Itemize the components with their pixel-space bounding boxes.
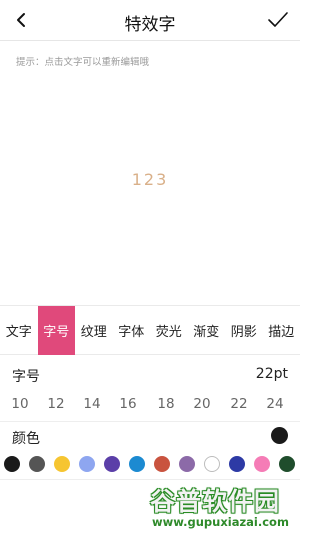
- color-swatch[interactable]: [79, 456, 95, 472]
- tab-font-size[interactable]: 字号: [37, 306, 75, 355]
- color-label: 颜色: [12, 431, 40, 447]
- color-swatch[interactable]: [29, 456, 45, 472]
- color-swatch[interactable]: [129, 456, 145, 472]
- color-swatch[interactable]: [54, 456, 70, 472]
- watermark-title: 谷普软件园: [150, 487, 281, 516]
- size-option[interactable]: 12: [38, 396, 74, 412]
- size-option[interactable]: 10: [2, 396, 38, 412]
- tab-text[interactable]: 文字: [0, 306, 38, 355]
- tab-font[interactable]: 字体: [113, 306, 151, 355]
- font-size-value: 22pt: [255, 366, 288, 382]
- divider: [0, 421, 300, 422]
- color-swatch[interactable]: [229, 456, 245, 472]
- tab-texture[interactable]: 纹理: [75, 306, 113, 355]
- watermark-url: www.gupuxiazai.com: [152, 515, 289, 529]
- color-swatch[interactable]: [4, 456, 20, 472]
- color-swatch[interactable]: [279, 456, 295, 472]
- color-swatch[interactable]: [204, 456, 220, 472]
- tab-stroke[interactable]: 描边: [263, 306, 301, 355]
- tab-shadow[interactable]: 阴影: [225, 306, 263, 355]
- top-bar: 特效字: [0, 0, 300, 41]
- font-size-options: 10 12 14 16 18 20 22 24: [0, 396, 300, 416]
- size-option[interactable]: 14: [74, 396, 110, 412]
- size-option[interactable]: 20: [184, 396, 220, 412]
- color-swatches: [0, 455, 300, 475]
- edit-hint: 提示：点击文字可以重新编辑哦: [16, 57, 150, 68]
- preview-text[interactable]: 123: [0, 170, 300, 189]
- color-row: 颜色: [12, 427, 288, 448]
- color-swatch[interactable]: [254, 456, 270, 472]
- effect-tabs: 文字 字号 纹理 字体 荧光 渐变 阴影 描边: [0, 305, 300, 355]
- color-swatch[interactable]: [104, 456, 120, 472]
- font-size-label: 字号: [12, 369, 40, 385]
- watermark-logo: 谷普软件园 www.gupuxiazai.com: [148, 482, 300, 533]
- divider: [0, 479, 300, 480]
- page-title: 特效字: [124, 15, 176, 35]
- size-option[interactable]: 16: [110, 396, 146, 412]
- color-swatch[interactable]: [179, 456, 195, 472]
- current-color-indicator: [271, 427, 288, 444]
- font-size-row: 字号 22pt: [12, 366, 288, 386]
- size-option[interactable]: 24: [257, 396, 293, 412]
- tab-glow[interactable]: 荧光: [150, 306, 188, 355]
- color-swatch[interactable]: [154, 456, 170, 472]
- confirm-check-icon[interactable]: [267, 9, 289, 31]
- size-option[interactable]: 18: [148, 396, 184, 412]
- size-option[interactable]: 22: [221, 396, 257, 412]
- tab-gradient[interactable]: 渐变: [188, 306, 226, 355]
